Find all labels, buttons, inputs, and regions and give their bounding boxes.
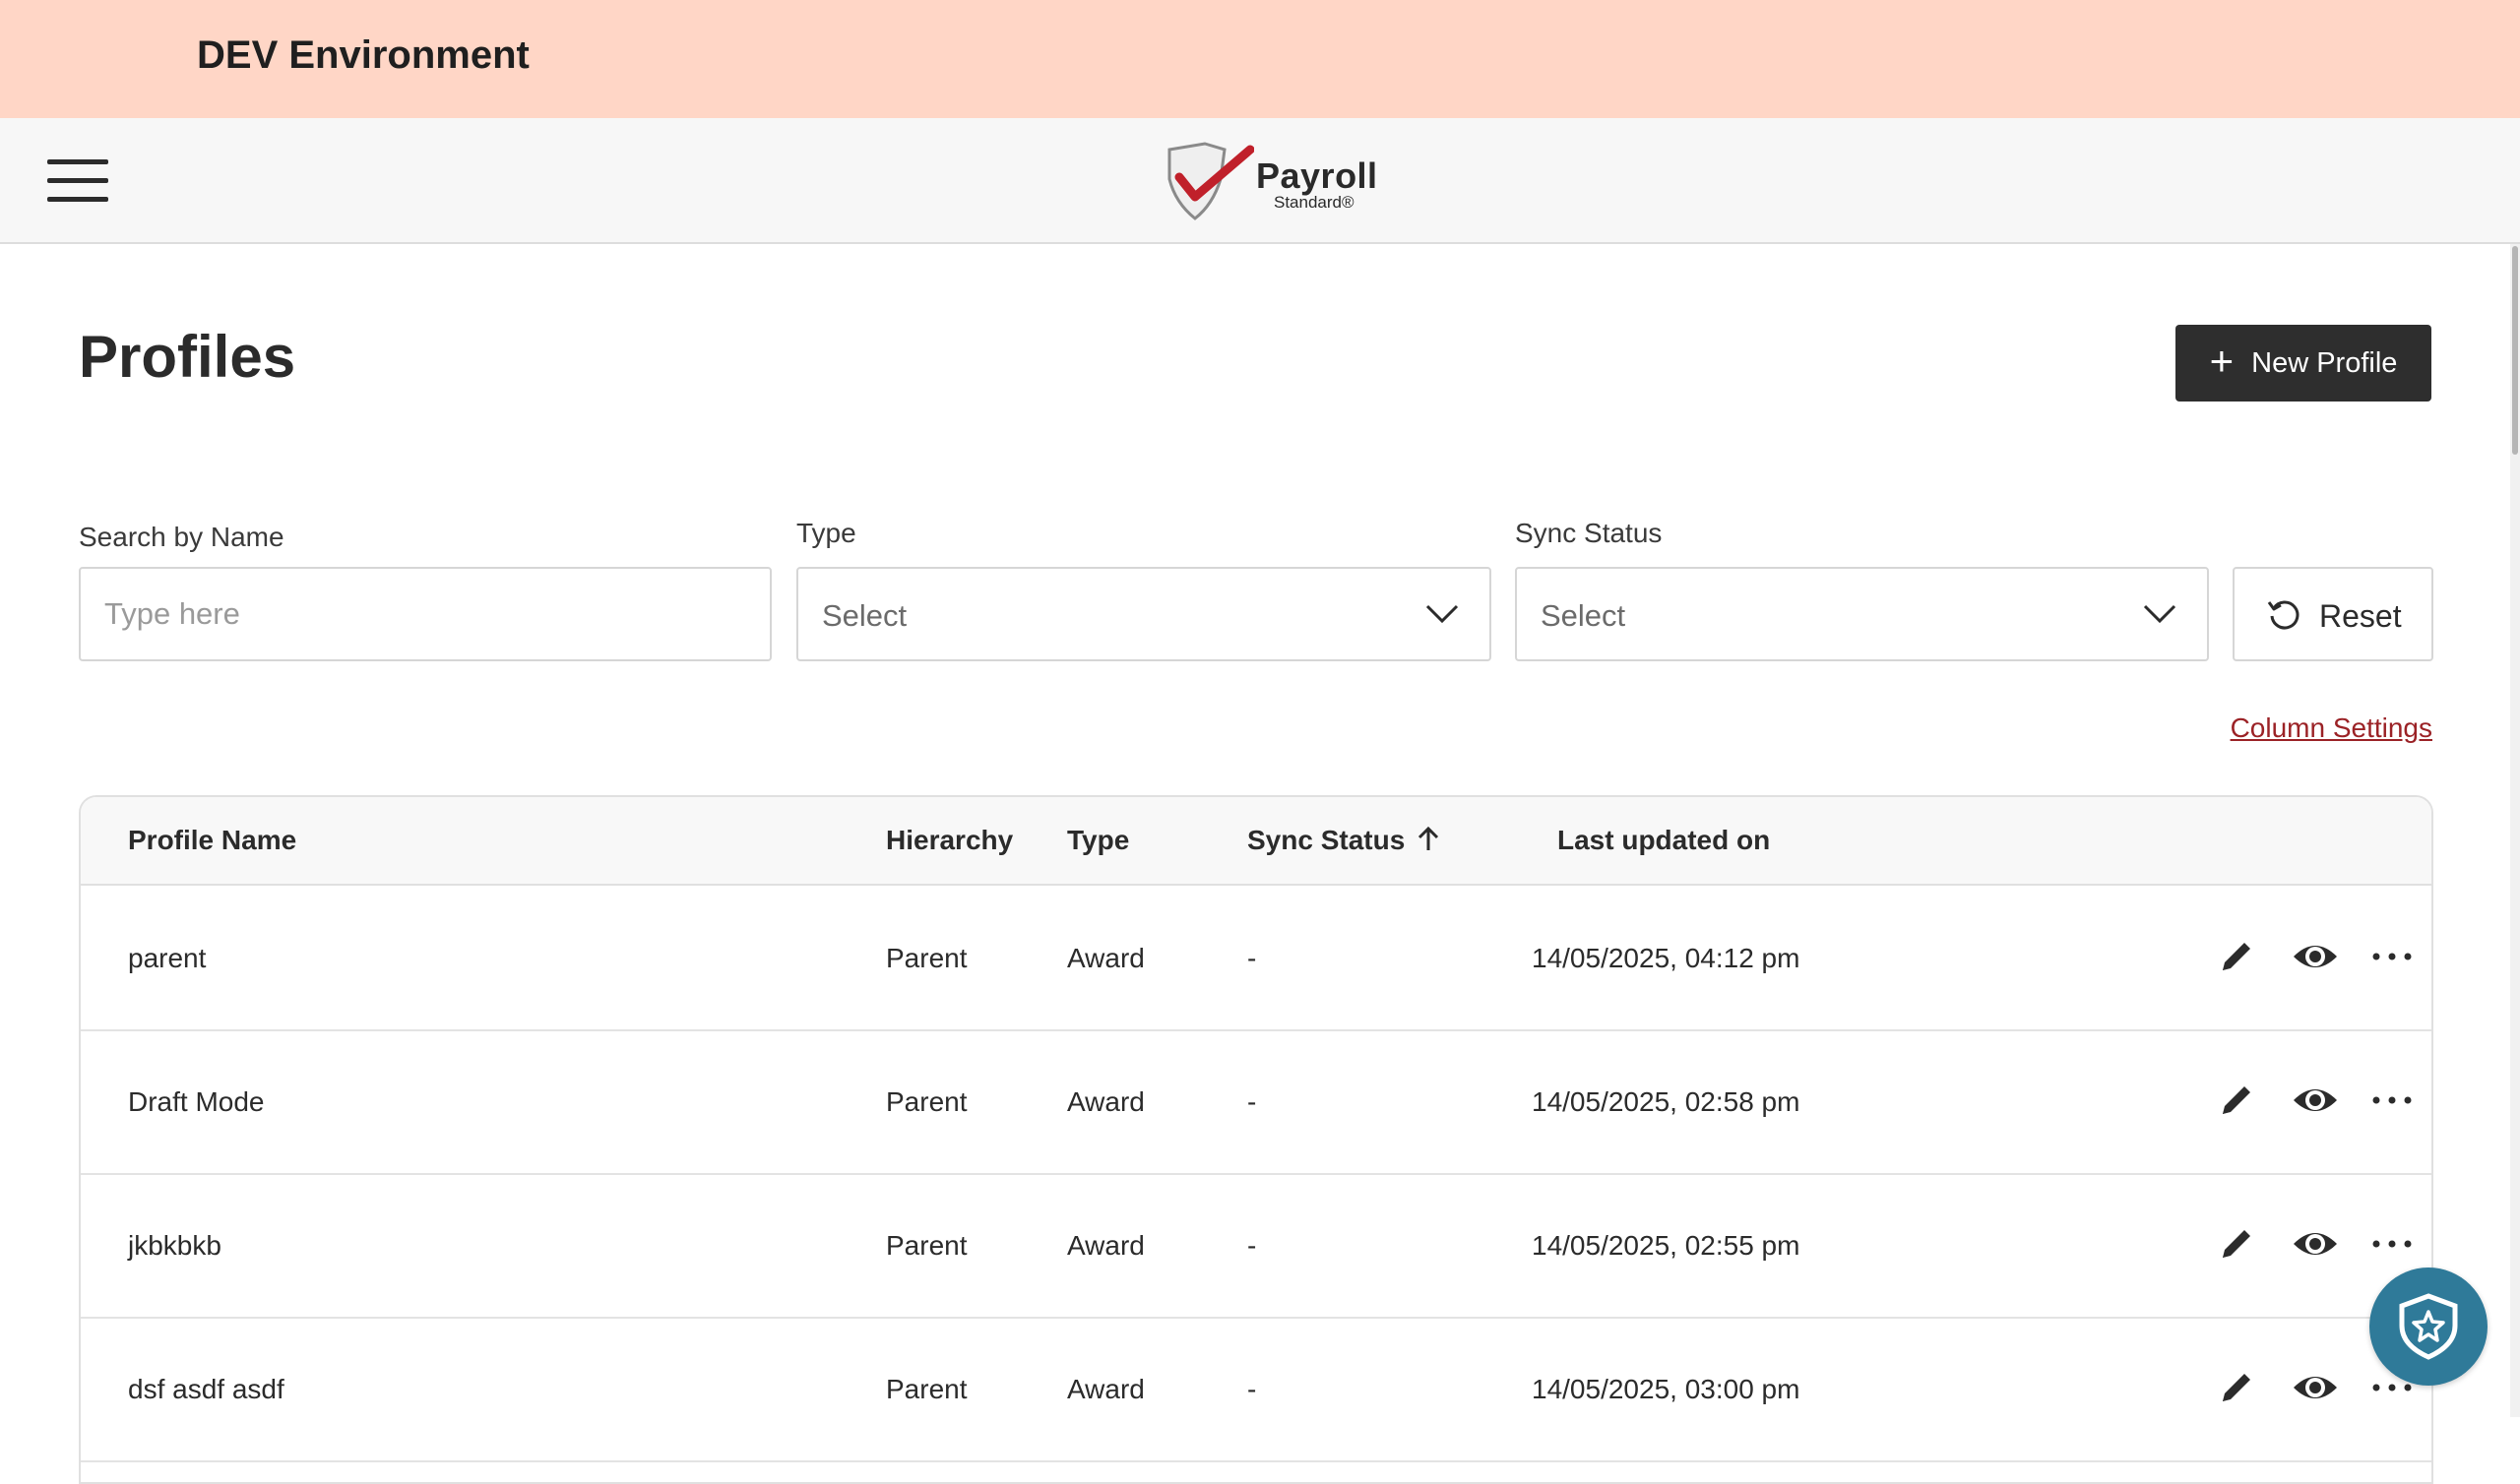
hierarchy-cell: Parent [886, 1374, 968, 1404]
sort-ascending-arrow-icon [1418, 826, 1439, 850]
column-settings-link[interactable]: Column Settings [2231, 712, 2432, 744]
logo-subtitle: Standard® [1274, 193, 1354, 212]
table-header: Profile Name Hierarchy Type Sync Status … [81, 797, 2431, 886]
logo-title: Payroll [1256, 155, 1378, 196]
reset-label: Reset [2319, 598, 2402, 634]
column-header-profile-name[interactable]: Profile Name [128, 825, 296, 856]
search-input[interactable] [81, 569, 770, 659]
reset-button[interactable]: Reset [2233, 567, 2433, 661]
profiles-table: Profile Name Hierarchy Type Sync Status … [79, 795, 2433, 1484]
more-options-icon[interactable] [2370, 1088, 2414, 1117]
edit-pencil-icon[interactable] [2217, 1224, 2256, 1268]
type-select-value: Select [822, 598, 908, 633]
view-eye-icon[interactable] [2292, 1081, 2339, 1125]
sync-status-cell: - [1247, 1086, 1257, 1117]
last-updated-cell: 14/05/2025, 02:55 pm [1532, 1230, 1800, 1261]
search-field-container [79, 567, 772, 661]
new-profile-label: New Profile [2251, 346, 2398, 379]
table-row: parent Parent Award - 14/05/2025, 04:12 pm [81, 888, 2431, 1031]
hierarchy-cell: Parent [886, 943, 968, 973]
plus-icon: + [2209, 338, 2235, 384]
last-updated-cell: 14/05/2025, 04:12 pm [1532, 943, 1800, 973]
view-eye-icon[interactable] [2292, 1224, 2339, 1268]
type-select[interactable]: Select [796, 567, 1491, 661]
sync-status-cell: - [1247, 1230, 1257, 1261]
column-header-type[interactable]: Type [1067, 825, 1129, 856]
profile-name-cell: Draft Mode [128, 1086, 265, 1117]
page-title: Profiles [79, 324, 296, 390]
type-cell: Award [1067, 1374, 1145, 1404]
shield-star-icon [2399, 1293, 2458, 1360]
hierarchy-cell: Parent [886, 1230, 968, 1261]
profile-name-cell: dsf asdf asdf [128, 1374, 284, 1404]
search-label: Search by Name [79, 522, 284, 552]
sync-status-select[interactable]: Select [1515, 567, 2209, 661]
page-scrollbar[interactable] [2510, 244, 2520, 1417]
sync-status-cell: - [1247, 1374, 1257, 1404]
profile-name-cell: parent [128, 943, 207, 973]
type-cell: Award [1067, 1086, 1145, 1117]
scrollbar-thumb[interactable] [2512, 246, 2518, 455]
floating-security-button[interactable] [2369, 1268, 2488, 1386]
top-navigation-bar: Payroll Standard® [0, 118, 2520, 244]
logo-shield-icon [1167, 142, 1254, 220]
new-profile-button[interactable]: + New Profile [2175, 325, 2431, 402]
type-cell: Award [1067, 1230, 1145, 1261]
hierarchy-cell: Parent [886, 1086, 968, 1117]
view-eye-icon[interactable] [2292, 1368, 2339, 1412]
more-options-icon[interactable] [2370, 945, 2414, 973]
view-eye-icon[interactable] [2292, 937, 2339, 981]
column-header-hierarchy[interactable]: Hierarchy [886, 825, 1013, 856]
more-options-icon[interactable] [2370, 1232, 2414, 1261]
chevron-down-icon [2143, 604, 2176, 624]
hamburger-menu-icon[interactable] [47, 159, 108, 203]
chevron-down-icon [1425, 604, 1459, 624]
sync-status-label: Sync Status [1515, 518, 1663, 548]
column-header-last-updated[interactable]: Last updated on [1557, 825, 1770, 856]
table-row: Draft Mode Parent Award - 14/05/2025, 02:58 … [81, 1031, 2431, 1175]
environment-label: DEV Environment [197, 33, 530, 77]
edit-pencil-icon[interactable] [2217, 1368, 2256, 1412]
profile-name-cell: jkbkbkb [128, 1230, 221, 1261]
edit-pencil-icon[interactable] [2217, 937, 2256, 981]
sync-status-cell: - [1247, 943, 1257, 973]
type-label: Type [796, 518, 856, 548]
type-cell: Award [1067, 943, 1145, 973]
reset-icon [2267, 600, 2300, 630]
environment-banner: DEV Environment [0, 0, 2520, 118]
table-row: dsf asdf asdf Parent Award - 14/05/2025, 03:… [81, 1319, 2431, 1462]
column-header-sync-status[interactable]: Sync Status [1247, 825, 1440, 856]
edit-pencil-icon[interactable] [2217, 1081, 2256, 1125]
column-header-sync-status-label: Sync Status [1247, 825, 1406, 855]
table-row: jkbkbkb Parent Award - 14/05/2025, 02:55 pm [81, 1175, 2431, 1319]
last-updated-cell: 14/05/2025, 02:58 pm [1532, 1086, 1800, 1117]
sync-status-select-value: Select [1541, 598, 1626, 633]
payroll-standard-logo[interactable]: Payroll Standard® [1156, 140, 1392, 224]
last-updated-cell: 14/05/2025, 03:00 pm [1532, 1374, 1800, 1404]
